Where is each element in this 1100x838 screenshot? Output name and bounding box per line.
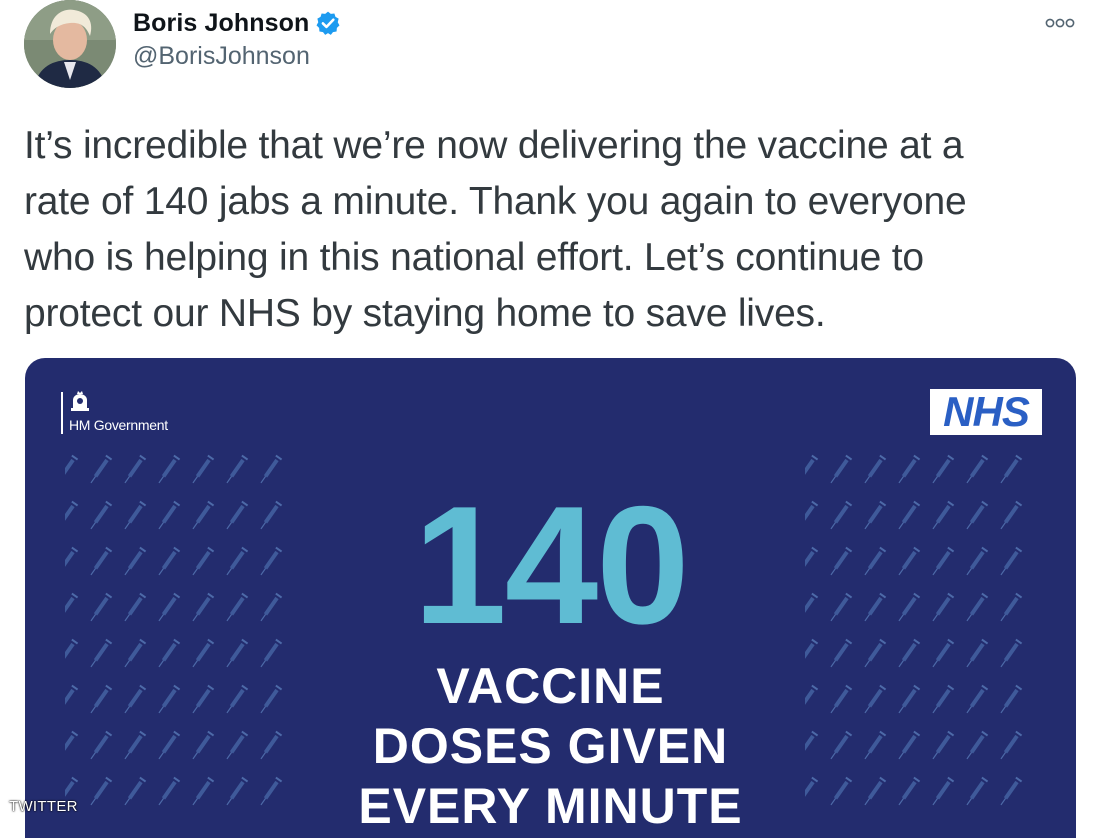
hm-government-divider	[61, 392, 63, 434]
verified-badge-icon	[316, 11, 340, 35]
vaccine-rate-number: 140	[413, 471, 689, 659]
caption-line-1: VACCINE	[436, 658, 665, 714]
source-watermark: TWITTER	[9, 798, 78, 815]
tweet-media-image[interactable]: HM Government NHS 140 VACCINE DOSES GIVE…	[25, 358, 1076, 838]
author-block: Boris Johnson @BorisJohnson	[133, 6, 341, 71]
more-options-icon[interactable]	[1044, 14, 1076, 32]
author-display-name[interactable]: Boris Johnson	[133, 9, 309, 38]
profile-photo-icon	[24, 0, 116, 88]
hm-government-label: HM Government	[69, 417, 168, 433]
nhs-logo-text: NHS	[943, 388, 1030, 435]
vaccine-caption: VACCINE DOSES GIVEN EVERY MINUTE	[25, 656, 1076, 836]
tweet-card: Boris Johnson @BorisJohnson It’s incredi…	[0, 0, 1100, 838]
royal-crest-icon	[71, 391, 89, 411]
name-row: Boris Johnson	[133, 6, 341, 40]
avatar[interactable]	[24, 0, 116, 88]
caption-line-2: DOSES GIVEN	[372, 718, 729, 774]
caption-line-3: EVERY MINUTE	[358, 778, 743, 834]
tweet-text: It’s incredible that we’re now deliverin…	[24, 124, 967, 335]
author-handle[interactable]: @BorisJohnson	[133, 42, 341, 71]
nhs-logo: NHS	[930, 389, 1042, 435]
